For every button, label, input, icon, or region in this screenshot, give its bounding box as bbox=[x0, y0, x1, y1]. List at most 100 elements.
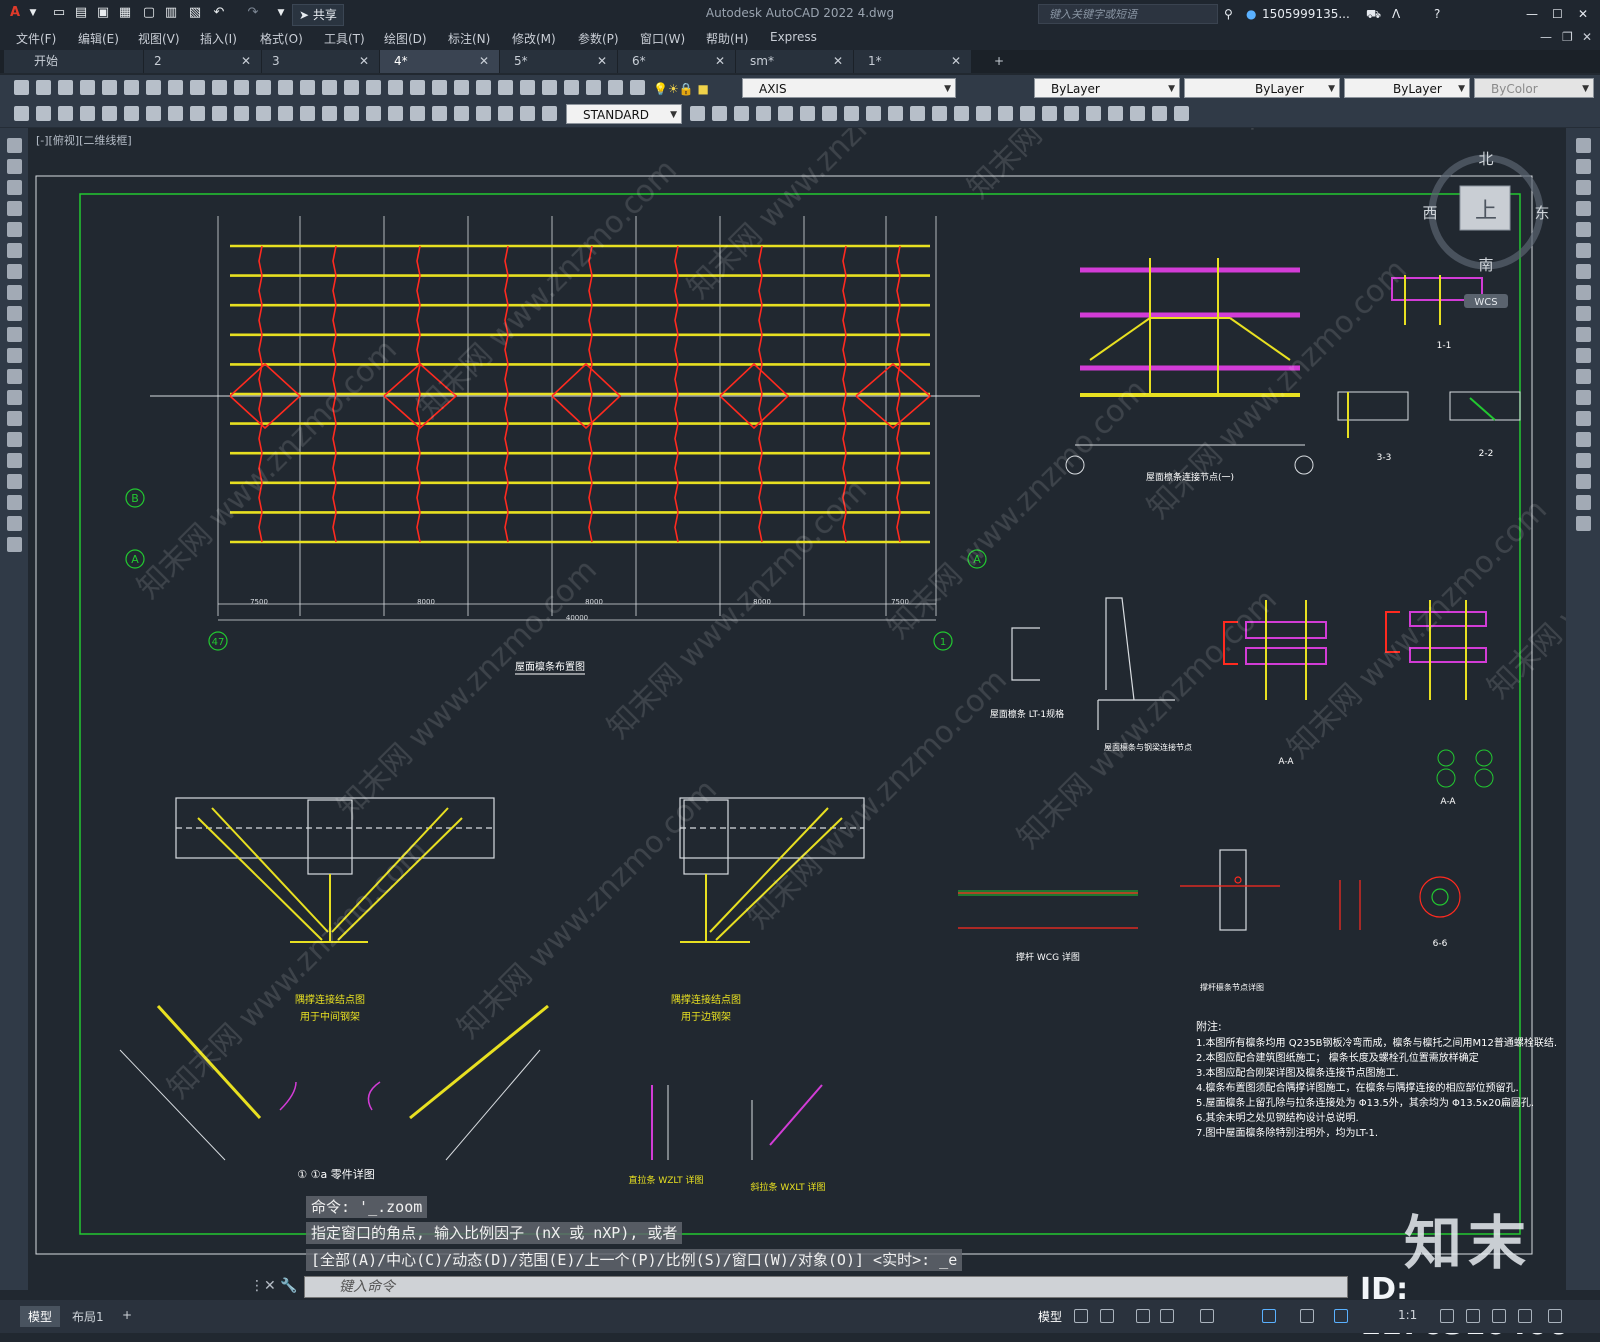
toolbar-button-icon[interactable] bbox=[476, 106, 491, 121]
toolbar-button-icon[interactable] bbox=[888, 106, 903, 121]
menu-express[interactable]: Express bbox=[770, 30, 817, 44]
tool-icon[interactable] bbox=[7, 495, 22, 510]
tool-icon[interactable] bbox=[7, 159, 22, 174]
tool-icon[interactable] bbox=[1576, 159, 1591, 174]
toolbar-button-icon[interactable] bbox=[432, 80, 447, 95]
tool-icon[interactable] bbox=[7, 327, 22, 342]
menu-parametric[interactable]: 参数(P) bbox=[578, 30, 619, 47]
toolbar-button-icon[interactable] bbox=[844, 106, 859, 121]
toolbar-button-icon[interactable] bbox=[388, 80, 403, 95]
tool-icon[interactable] bbox=[7, 537, 22, 552]
new-tab-button[interactable]: + bbox=[986, 50, 1014, 73]
tool-icon[interactable] bbox=[1576, 138, 1591, 153]
tool-icon[interactable] bbox=[7, 222, 22, 237]
toolbar-button-icon[interactable] bbox=[630, 80, 645, 95]
toolbar-button-icon[interactable] bbox=[1064, 106, 1079, 121]
toolbar-button-icon[interactable] bbox=[498, 106, 513, 121]
tool-icon[interactable] bbox=[7, 264, 22, 279]
toolbar-button-icon[interactable] bbox=[432, 106, 447, 121]
tool-icon[interactable] bbox=[7, 474, 22, 489]
menu-file[interactable]: 文件(F) bbox=[16, 30, 56, 47]
toolbar-button-icon[interactable] bbox=[756, 106, 771, 121]
toolbar-button-icon[interactable] bbox=[1108, 106, 1123, 121]
toolbar-button-icon[interactable] bbox=[542, 106, 557, 121]
tool-icon[interactable] bbox=[7, 180, 22, 195]
tab-close-icon[interactable]: ✕ bbox=[951, 50, 961, 73]
tab-close-icon[interactable]: ✕ bbox=[597, 50, 607, 73]
menu-dimension[interactable]: 标注(N) bbox=[448, 30, 490, 47]
menu-view[interactable]: 视图(V) bbox=[138, 30, 180, 47]
menu-insert[interactable]: 插入(I) bbox=[200, 30, 237, 47]
toolbar-button-icon[interactable] bbox=[520, 80, 535, 95]
tab-1[interactable]: 1* ✕ bbox=[854, 50, 972, 73]
command-input[interactable]: 键入命令 bbox=[304, 1276, 1348, 1298]
toolbar-button-icon[interactable] bbox=[454, 80, 469, 95]
toolbar-button-icon[interactable] bbox=[190, 80, 205, 95]
add-layout-button[interactable]: + bbox=[114, 1306, 140, 1324]
tool-icon[interactable] bbox=[1576, 495, 1591, 510]
toolbar-button-icon[interactable] bbox=[1042, 106, 1057, 121]
toolbar-button-icon[interactable] bbox=[388, 106, 403, 121]
toolbar-button-icon[interactable] bbox=[520, 106, 535, 121]
osnap-icon[interactable] bbox=[1262, 1309, 1276, 1323]
tab-close-icon[interactable]: ✕ bbox=[715, 50, 725, 73]
toolbar-button-icon[interactable] bbox=[800, 106, 815, 121]
tool-icon[interactable] bbox=[1576, 243, 1591, 258]
tab-close-icon[interactable]: ✕ bbox=[241, 50, 251, 73]
tab-6[interactable]: 6* ✕ bbox=[618, 50, 736, 73]
maximize-icon[interactable]: ☐ bbox=[1552, 4, 1563, 24]
menu-modify[interactable]: 修改(M) bbox=[512, 30, 556, 47]
toolbar-button-icon[interactable] bbox=[36, 106, 51, 121]
toolbar-button-icon[interactable] bbox=[102, 80, 117, 95]
tool-icon[interactable] bbox=[7, 369, 22, 384]
toolbar-button-icon[interactable] bbox=[256, 80, 271, 95]
tool-icon[interactable] bbox=[1576, 180, 1591, 195]
toolbar-button-icon[interactable] bbox=[300, 80, 315, 95]
tool-icon[interactable] bbox=[1576, 453, 1591, 468]
tab-close-icon[interactable]: ✕ bbox=[359, 50, 369, 73]
tab-start[interactable]: 开始 bbox=[4, 50, 144, 73]
toolbar-button-icon[interactable] bbox=[498, 80, 513, 95]
plotstyle-dropdown[interactable]: ByColor ▼ bbox=[1474, 78, 1594, 98]
toolbar-button-icon[interactable] bbox=[690, 106, 705, 121]
toolbar-button-icon[interactable] bbox=[300, 106, 315, 121]
toolbar-button-icon[interactable] bbox=[476, 80, 491, 95]
tool-icon[interactable] bbox=[1576, 390, 1591, 405]
toolbar-button-icon[interactable] bbox=[256, 106, 271, 121]
toolbar-button-icon[interactable] bbox=[564, 80, 579, 95]
toolbar-button-icon[interactable] bbox=[14, 106, 29, 121]
toolbar-button-icon[interactable] bbox=[190, 106, 205, 121]
command-close-icon[interactable]: ⋮✕ bbox=[250, 1278, 276, 1294]
toolbar-button-icon[interactable] bbox=[1086, 106, 1101, 121]
tool-icon[interactable] bbox=[7, 411, 22, 426]
tool-icon[interactable] bbox=[7, 516, 22, 531]
lineweight-dropdown[interactable]: ByLayer ▼ bbox=[1344, 78, 1470, 98]
toolbar-button-icon[interactable] bbox=[778, 106, 793, 121]
isodraft-icon[interactable] bbox=[1200, 1309, 1214, 1323]
menu-draw[interactable]: 绘图(D) bbox=[384, 30, 427, 47]
toolbar-button-icon[interactable] bbox=[410, 80, 425, 95]
toolbar-button-icon[interactable] bbox=[234, 80, 249, 95]
toolbar-button-icon[interactable] bbox=[932, 106, 947, 121]
gear-icon[interactable] bbox=[1440, 1309, 1454, 1323]
toolbar-button-icon[interactable] bbox=[734, 106, 749, 121]
toolbar-button-icon[interactable] bbox=[322, 80, 337, 95]
snap-icon[interactable] bbox=[1100, 1309, 1114, 1323]
toolbar-button-icon[interactable] bbox=[1174, 106, 1189, 121]
tab-sm[interactable]: sm* ✕ bbox=[736, 50, 854, 73]
command-customize-icon[interactable]: 🔧 bbox=[280, 1278, 297, 1294]
drawing-canvas[interactable]: [-][俯视][二维线框] B A A 47 1 7500 8000 8000 800… bbox=[28, 128, 1566, 1290]
toolbar-button-icon[interactable] bbox=[146, 106, 161, 121]
tool-icon[interactable] bbox=[7, 390, 22, 405]
toolbar-button-icon[interactable] bbox=[212, 106, 227, 121]
toolbar-button-icon[interactable] bbox=[102, 106, 117, 121]
grid-icon[interactable] bbox=[1074, 1309, 1088, 1323]
toolbar-button-icon[interactable] bbox=[822, 106, 837, 121]
tool-icon[interactable] bbox=[7, 285, 22, 300]
polar-icon[interactable] bbox=[1160, 1309, 1174, 1323]
tool-icon[interactable] bbox=[1576, 369, 1591, 384]
toolbar-button-icon[interactable] bbox=[278, 106, 293, 121]
tool-icon[interactable] bbox=[1576, 327, 1591, 342]
toolbar-button-icon[interactable] bbox=[866, 106, 881, 121]
tool-icon[interactable] bbox=[1576, 306, 1591, 321]
